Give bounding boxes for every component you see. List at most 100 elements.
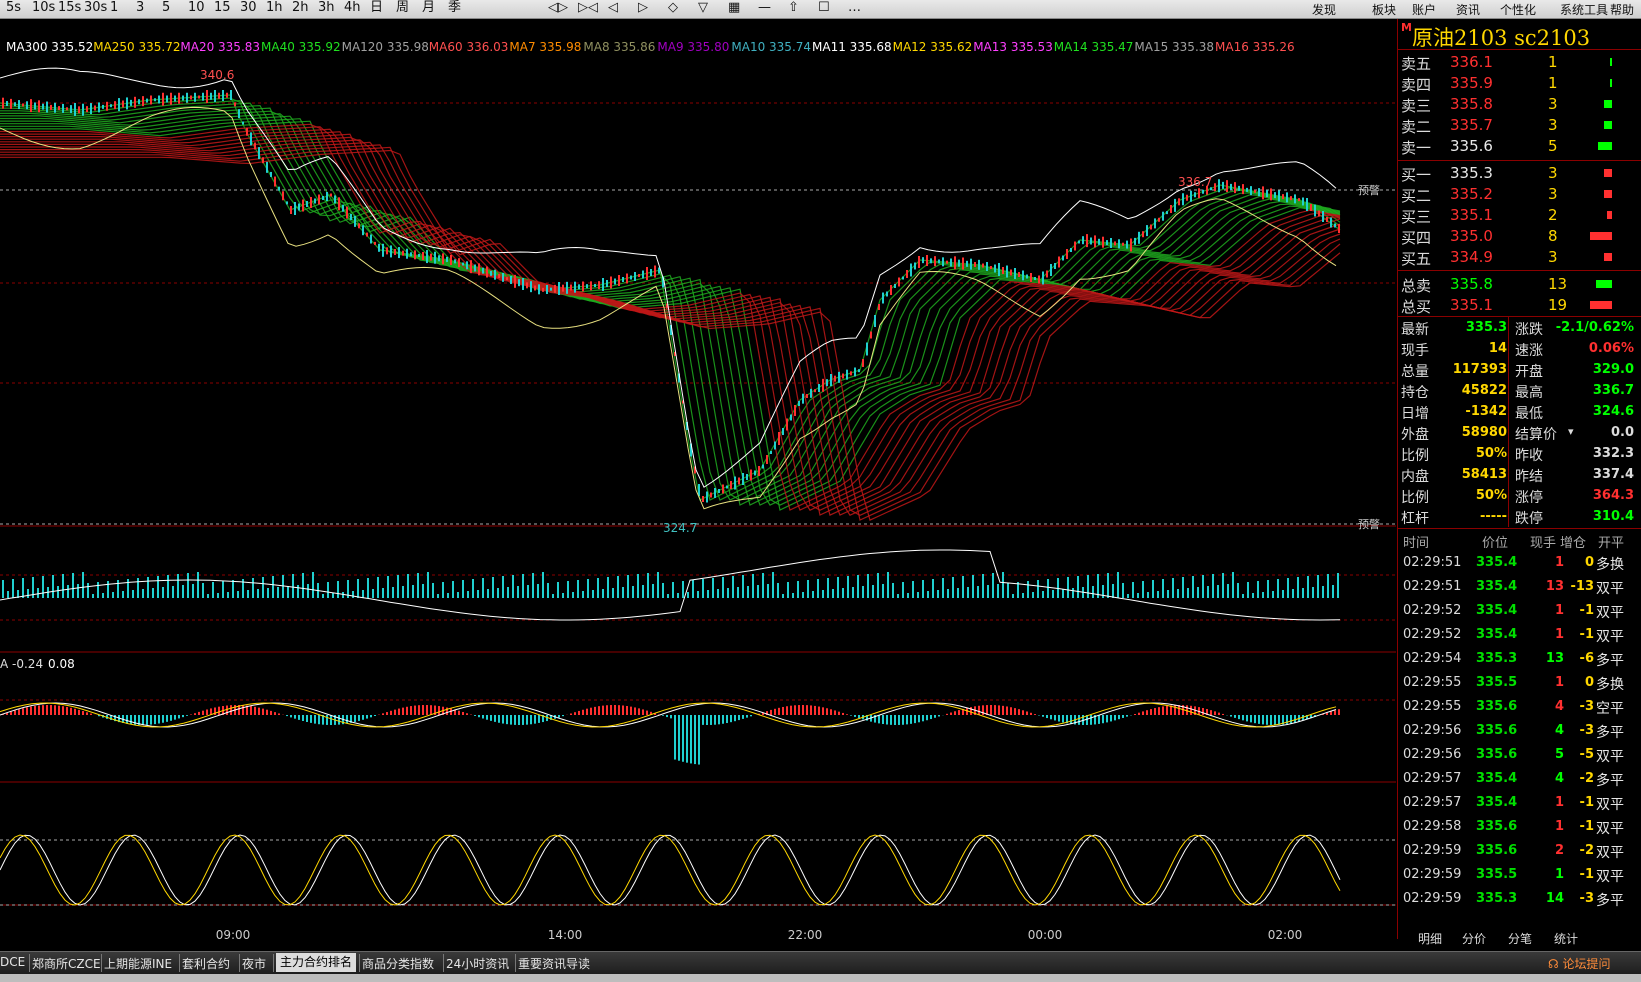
order-book-row[interactable]: 卖二 335.7 3 xyxy=(1398,114,1641,136)
tick-row[interactable]: 02:29:52 335.4 1 -1 双平 xyxy=(1398,623,1641,647)
macd-bar xyxy=(1090,715,1092,725)
market-tab[interactable]: 郑商所CZCE xyxy=(32,955,101,972)
toolbar-tool-icon[interactable]: ▷◁ xyxy=(578,1,598,15)
tick-price: 335.4 xyxy=(1476,627,1518,642)
period-button[interactable]: 5s xyxy=(6,1,21,15)
menu-item[interactable]: 个性化 xyxy=(1500,1,1536,18)
order-book-row[interactable]: 总卖 335.8 13 xyxy=(1398,273,1641,295)
menu-item[interactable]: 板块 xyxy=(1372,1,1396,18)
chart-area[interactable]: MA300 335.52 MA250 335.72 MA20 335.83 MA40 … xyxy=(0,19,1396,939)
market-tab[interactable]: 重要资讯导读 xyxy=(518,955,590,972)
volume-bar xyxy=(222,581,224,598)
macd-bar xyxy=(302,715,304,721)
order-book-row[interactable]: 买五 334.9 3 xyxy=(1398,246,1641,268)
market-tab[interactable]: 夜市 xyxy=(242,955,266,972)
period-button[interactable]: 周 xyxy=(396,1,409,15)
candle xyxy=(246,127,248,136)
menu-item[interactable]: 账户 xyxy=(1412,1,1436,18)
macd-bar xyxy=(262,708,264,715)
panel-tab[interactable]: 明细 xyxy=(1418,930,1442,948)
period-button[interactable]: 30 xyxy=(240,1,257,15)
panel-tab[interactable]: 分价 xyxy=(1462,930,1486,948)
order-book-row[interactable]: 买二 335.2 3 xyxy=(1398,183,1641,205)
market-tab[interactable]: DCE xyxy=(0,955,25,969)
panel-tab[interactable]: 分笔 xyxy=(1508,930,1532,948)
market-tab[interactable]: 24小时资讯 xyxy=(446,955,509,972)
stat-value: 324.6 xyxy=(1592,404,1634,419)
period-button[interactable]: 1 xyxy=(110,1,118,15)
order-book-row[interactable]: 卖五 336.1 1 xyxy=(1398,51,1641,73)
tick-row[interactable]: 02:29:55 335.5 1 0 多换 xyxy=(1398,671,1641,695)
toolbar-tool-icon[interactable]: ◁ xyxy=(608,1,618,15)
period-button[interactable]: 季 xyxy=(448,1,461,15)
tick-row[interactable]: 02:29:51 335.4 13 -13 双平 xyxy=(1398,575,1641,599)
tick-row[interactable]: 02:29:55 335.6 4 -3 空平 xyxy=(1398,695,1641,719)
order-book-row[interactable]: 买一 335.3 3 xyxy=(1398,162,1641,184)
chevron-down-icon[interactable]: ▾ xyxy=(1568,425,1574,438)
tick-row[interactable]: 02:29:59 335.5 1 -1 双平 xyxy=(1398,863,1641,887)
market-tab[interactable]: 商品分类指数 xyxy=(362,955,434,972)
candle xyxy=(882,292,884,304)
tick-header-cell: 开平 xyxy=(1598,536,1625,551)
menu-item[interactable]: 资讯 xyxy=(1456,1,1480,18)
period-button[interactable]: 1h xyxy=(266,1,283,15)
period-button[interactable]: 10 xyxy=(188,1,205,15)
candle xyxy=(1106,240,1108,246)
period-button[interactable]: 15 xyxy=(214,1,231,15)
menu-item[interactable]: 发现 xyxy=(1312,1,1336,18)
toolbar-tool-icon[interactable]: ◇ xyxy=(668,1,678,15)
toolbar-tool-icon[interactable]: ▷ xyxy=(638,1,648,15)
order-book-row[interactable]: 买四 335.0 8 xyxy=(1398,225,1641,247)
toolbar-tool-icon[interactable]: ⇧ xyxy=(788,1,799,15)
tick-row[interactable]: 02:29:57 335.4 4 -2 多平 xyxy=(1398,767,1641,791)
tick-row[interactable]: 02:29:52 335.4 1 -1 双平 xyxy=(1398,599,1641,623)
panel-tab[interactable]: 统计 xyxy=(1554,930,1578,948)
menu-item[interactable]: 帮助 xyxy=(1610,1,1634,18)
order-book-row[interactable]: 卖一 335.6 5 xyxy=(1398,135,1641,157)
candle xyxy=(774,441,776,450)
tick-row[interactable]: 02:29:59 335.6 2 -2 双平 xyxy=(1398,839,1641,863)
volume-bar xyxy=(727,588,729,598)
period-button[interactable]: 15s xyxy=(58,1,81,15)
market-tab[interactable]: 上期能源INE xyxy=(104,955,172,972)
period-button[interactable]: 4h xyxy=(344,1,361,15)
period-button[interactable]: 月 xyxy=(422,1,435,15)
toolbar-tool-icon[interactable]: ▦ xyxy=(728,1,740,15)
tick-row[interactable]: 02:29:58 335.6 1 -1 双平 xyxy=(1398,815,1641,839)
more-button[interactable]: … xyxy=(848,1,861,15)
tick-row[interactable]: 02:29:56 335.6 5 -5 双平 xyxy=(1398,743,1641,767)
order-book-row[interactable]: 买三 335.1 2 xyxy=(1398,204,1641,226)
candle xyxy=(810,388,812,398)
volume-bar xyxy=(917,592,919,598)
toolbar-tool-icon[interactable]: ▽ xyxy=(698,1,708,15)
toolbar-tool-icon[interactable]: — xyxy=(758,1,771,15)
toolbar-tool-icon[interactable]: ◁▷ xyxy=(548,1,568,15)
order-book-row[interactable]: 卖三 335.8 3 xyxy=(1398,93,1641,115)
macd-bar xyxy=(1018,709,1020,715)
volume-bar xyxy=(1087,575,1089,598)
period-button[interactable]: 2h xyxy=(292,1,309,15)
order-book-row[interactable]: 卖四 335.9 1 xyxy=(1398,72,1641,94)
period-button[interactable]: 3h xyxy=(318,1,335,15)
period-button[interactable]: 日 xyxy=(370,1,383,15)
period-button[interactable]: 3 xyxy=(136,1,144,15)
tick-row[interactable]: 02:29:57 335.4 1 -1 双平 xyxy=(1398,791,1641,815)
volume-bar xyxy=(532,573,534,598)
kline-chart[interactable]: MA300 335.52 MA250 335.72 MA20 335.83 MA40 … xyxy=(0,19,1396,939)
menu-item[interactable]: 系统工具 xyxy=(1560,1,1608,18)
tick-row[interactable]: 02:29:54 335.3 13 -6 多平 xyxy=(1398,647,1641,671)
tick-row[interactable]: 02:29:56 335.6 4 -3 多平 xyxy=(1398,719,1641,743)
period-button[interactable]: 30s xyxy=(84,1,107,15)
forum-link[interactable]: ☊ 论坛提问 xyxy=(1548,955,1611,972)
candle xyxy=(522,278,524,290)
order-book-row[interactable]: 总买 335.1 19 xyxy=(1398,294,1641,316)
macd-bar xyxy=(38,705,40,715)
market-tab[interactable]: 套利合约 xyxy=(182,955,230,972)
tick-row[interactable]: 02:29:59 335.3 14 -3 多平 xyxy=(1398,887,1641,911)
period-button[interactable]: 10s xyxy=(32,1,55,15)
tick-row[interactable]: 02:29:51 335.4 1 0 多换 xyxy=(1398,551,1641,575)
toolbar-tool-icon[interactable]: ☐ xyxy=(818,1,830,15)
candle xyxy=(930,258,932,264)
period-button[interactable]: 5 xyxy=(162,1,170,15)
market-tab[interactable]: 主力合约排名 xyxy=(276,953,357,972)
